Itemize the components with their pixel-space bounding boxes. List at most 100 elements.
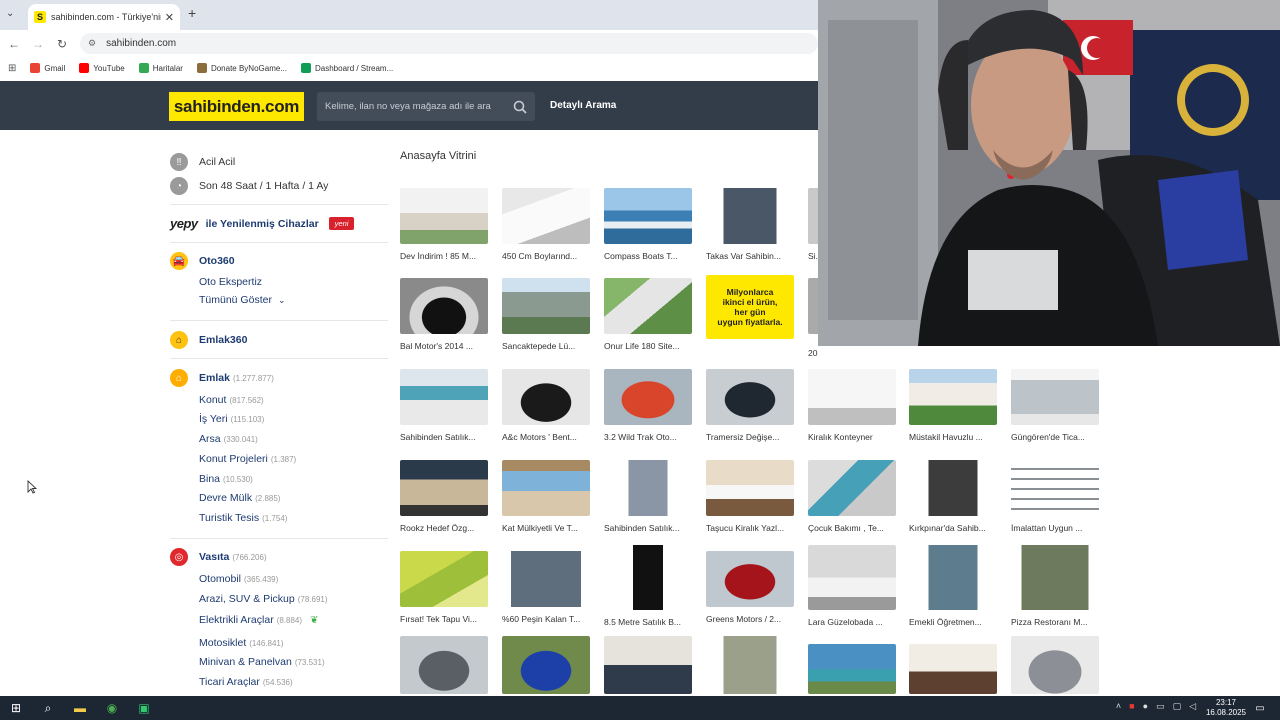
- sidebar-item-acil[interactable]: ‼ Acil Acil: [170, 153, 235, 171]
- listing-tile[interactable]: [1011, 636, 1099, 694]
- forward-icon[interactable]: →: [26, 37, 50, 51]
- search-input[interactable]: [325, 101, 505, 112]
- listing-thumbnail: [909, 545, 997, 610]
- showcase-title: Anasayfa Vitrini: [400, 150, 477, 162]
- category-oto360[interactable]: 🚘 Oto360: [170, 252, 235, 270]
- listing-tile[interactable]: [909, 644, 997, 694]
- tab-search-icon[interactable]: ⌄: [6, 8, 14, 19]
- bookmark-youtube[interactable]: YouTube: [79, 63, 125, 73]
- sidebar-item-son48[interactable]: ◔ Son 48 Saat / 1 Hafta / 1 Ay: [170, 177, 328, 195]
- listing-tile[interactable]: Rookz Hedef Özg...: [400, 460, 488, 533]
- microphone-icon[interactable]: ●: [1143, 701, 1148, 712]
- bookmark-donate[interactable]: Donate ByNoGame...: [196, 63, 287, 73]
- listing-tile[interactable]: [502, 636, 590, 694]
- search-icon[interactable]: ⌕: [32, 696, 64, 720]
- listing-tile[interactable]: Kat Mülkiyetli Ve T...: [502, 460, 590, 533]
- listing-tile[interactable]: Sancaktepede Lü...: [502, 278, 590, 351]
- sub-elektrikli[interactable]: Elektrikli Araçlar (8.884) ❦: [199, 614, 318, 626]
- listing-tile[interactable]: Fırsat! Tek Tapu Vi...: [400, 551, 488, 624]
- listing-tile[interactable]: Taşucu Kiralık Yazl...: [706, 460, 794, 533]
- sub-motosiklet[interactable]: Motosiklet (146.841): [199, 637, 284, 649]
- listing-caption: Güngören'de Tica...: [1011, 432, 1085, 442]
- listing-tile[interactable]: 3.2 Wild Trak Oto...: [604, 369, 692, 442]
- bookmark-dashboard[interactable]: Dashboard / Stream...: [301, 63, 393, 73]
- sub-bina[interactable]: Bina (10.530): [199, 473, 253, 485]
- sub-minivan[interactable]: Minivan & Panelvan (73.531): [199, 656, 325, 668]
- site-logo[interactable]: sahibinden.com: [169, 92, 304, 121]
- search-box[interactable]: [317, 92, 535, 121]
- listing-tile[interactable]: İmalattan Uygun ...: [1011, 460, 1099, 533]
- listing-tile[interactable]: Bal Motor's 2014 ...: [400, 278, 488, 351]
- listing-tile[interactable]: Onur Life 180 Site...: [604, 278, 692, 351]
- sub-konut[interactable]: Konut (817.562): [199, 394, 264, 406]
- sub-devre-mulk[interactable]: Devre Mülk (2.885): [199, 492, 280, 504]
- listing-tile[interactable]: Sahibinden Satılık...: [604, 460, 692, 533]
- listing-tile[interactable]: Greens Motors / 2...: [706, 551, 794, 624]
- sub-arazi-suv[interactable]: Arazi, SUV & Pickup (78.691): [199, 593, 328, 605]
- close-tab-icon[interactable]: ✕: [165, 11, 174, 24]
- chrome-icon[interactable]: ◉: [96, 696, 128, 720]
- listing-tile[interactable]: [706, 636, 794, 694]
- listing-tile[interactable]: Compass Boats T...: [604, 188, 692, 261]
- tray-app-icon[interactable]: ■: [1129, 701, 1134, 712]
- listing-tile[interactable]: A&c Motors ' Bent...: [502, 369, 590, 442]
- network-icon[interactable]: ▭: [1156, 701, 1165, 712]
- bookmark-label: Haritalar: [152, 63, 183, 73]
- sub-ticari[interactable]: Ticari Araçlar (54.536): [199, 676, 293, 688]
- new-tab-button[interactable]: +: [188, 5, 196, 21]
- sub-is-yeri[interactable]: İş Yeri (115.103): [199, 413, 264, 425]
- listing-tile[interactable]: Pizza Restoranı M...: [1011, 545, 1099, 627]
- url-field[interactable]: ⚙ sahibinden.com: [80, 33, 818, 54]
- listing-tile[interactable]: [604, 636, 692, 694]
- listing-tile[interactable]: 450 Cm Boylarınd...: [502, 188, 590, 261]
- category-emlak[interactable]: ⌂ Emlak (1.277.877): [170, 369, 274, 387]
- sub-konut-projeleri[interactable]: Konut Projeleri (1.387): [199, 453, 296, 465]
- listing-tile[interactable]: Lara Güzelobada ...: [808, 545, 896, 627]
- notification-icon[interactable]: ▭: [1244, 696, 1276, 720]
- show-all-link[interactable]: Tümünü Göster ⌄: [199, 294, 286, 306]
- reload-icon[interactable]: ↻: [50, 37, 74, 51]
- listing-tile[interactable]: Sahibinden Satılık...: [400, 369, 488, 442]
- listing-tile[interactable]: 8.5 Metre Satılık B...: [604, 545, 692, 627]
- listing-tile[interactable]: Çocuk Bakımı , Te...: [808, 460, 896, 533]
- apps-grid-icon[interactable]: ⊞: [8, 63, 16, 74]
- detailed-search-link[interactable]: Detaylı Arama: [550, 100, 616, 111]
- listing-thumbnail: [909, 460, 997, 516]
- bookmark-gmail[interactable]: Gmail: [30, 63, 65, 73]
- chevron-up-icon[interactable]: ˄: [1116, 701, 1121, 712]
- ad-banner[interactable]: Milyonlarca ikinci el ürün, her gün uygu…: [706, 275, 794, 339]
- listing-thumbnail: [502, 278, 590, 334]
- listing-tile[interactable]: Takas Var Sahibin...: [706, 188, 794, 261]
- category-emlak360[interactable]: ⌂ Emlak360: [170, 331, 247, 349]
- listing-tile[interactable]: Kiralık Konteyner: [808, 369, 896, 442]
- yepy-link[interactable]: yepy ile Yenilenmiş Cihazlar yeni: [170, 216, 355, 231]
- monitor-icon[interactable]: ▢: [1173, 701, 1182, 712]
- search-icon[interactable]: [513, 100, 527, 114]
- back-icon[interactable]: ←: [2, 37, 26, 51]
- house-icon: ⌂: [170, 369, 188, 387]
- listing-tile[interactable]: Emekli Öğretmen...: [909, 545, 997, 627]
- listing-tile[interactable]: [808, 278, 818, 334]
- listing-tile[interactable]: Dev İndirim ! 85 M...: [400, 188, 488, 261]
- windows-start-icon[interactable]: ⊞: [0, 696, 32, 720]
- sub-turistik-tesis[interactable]: Turistik Tesis (1.754): [199, 512, 287, 524]
- listing-tile[interactable]: Si...: [808, 188, 818, 261]
- taskbar-clock[interactable]: 23:17 16.08.2025: [1206, 698, 1246, 718]
- site-info-icon[interactable]: ⚙: [88, 38, 96, 49]
- category-vasita[interactable]: ◎ Vasıta (766.206): [170, 548, 267, 566]
- oto-ekspertiz-link[interactable]: Oto Ekspertiz: [199, 276, 262, 288]
- bookmark-haritalar[interactable]: Haritalar: [138, 63, 183, 73]
- listing-tile[interactable]: Tramersiz Değişe...: [706, 369, 794, 442]
- file-explorer-icon[interactable]: ▬: [64, 696, 96, 720]
- listing-tile[interactable]: Güngören'de Tica...: [1011, 369, 1099, 442]
- volume-icon[interactable]: ◁: [1189, 701, 1196, 712]
- app-icon[interactable]: ▣: [128, 696, 160, 720]
- sub-otomobil[interactable]: Otomobil (365.439): [199, 573, 278, 585]
- listing-tile[interactable]: %60 Peşin Kalan T...: [502, 551, 590, 624]
- listing-tile[interactable]: Müstakil Havuzlu ...: [909, 369, 997, 442]
- listing-tile[interactable]: [400, 636, 488, 694]
- browser-tab[interactable]: S sahibinden.com - Türkiye'nin C ✕: [28, 4, 180, 30]
- sub-arsa[interactable]: Arsa (330.041): [199, 433, 258, 445]
- listing-tile[interactable]: [808, 644, 896, 694]
- listing-tile[interactable]: Kırkpınar'da Sahib...: [909, 460, 997, 533]
